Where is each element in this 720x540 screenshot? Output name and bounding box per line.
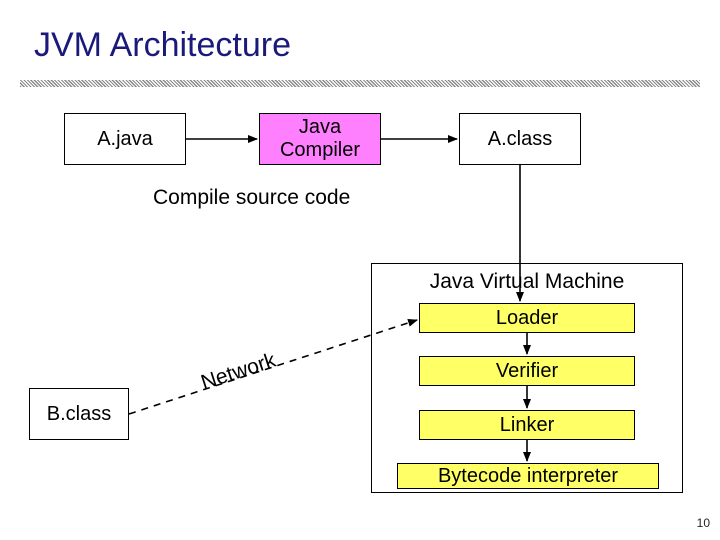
box-a-class: A.class [459, 113, 581, 165]
box-b-class: B.class [29, 388, 129, 440]
box-loader: Loader [419, 303, 635, 333]
slide-title: JVM Architecture [34, 26, 291, 65]
caption-compile: Compile source code [153, 186, 350, 210]
page-number: 10 [697, 516, 710, 530]
title-divider [20, 80, 700, 87]
box-verifier: Verifier [419, 356, 635, 386]
jvm-title: Java Virtual Machine [372, 270, 682, 294]
box-a-java: A.java [64, 113, 186, 165]
box-java-compiler: Java Compiler [259, 113, 381, 165]
box-bytecode: Bytecode interpreter [397, 463, 659, 489]
box-linker: Linker [419, 410, 635, 440]
label-network: Network [198, 349, 279, 396]
